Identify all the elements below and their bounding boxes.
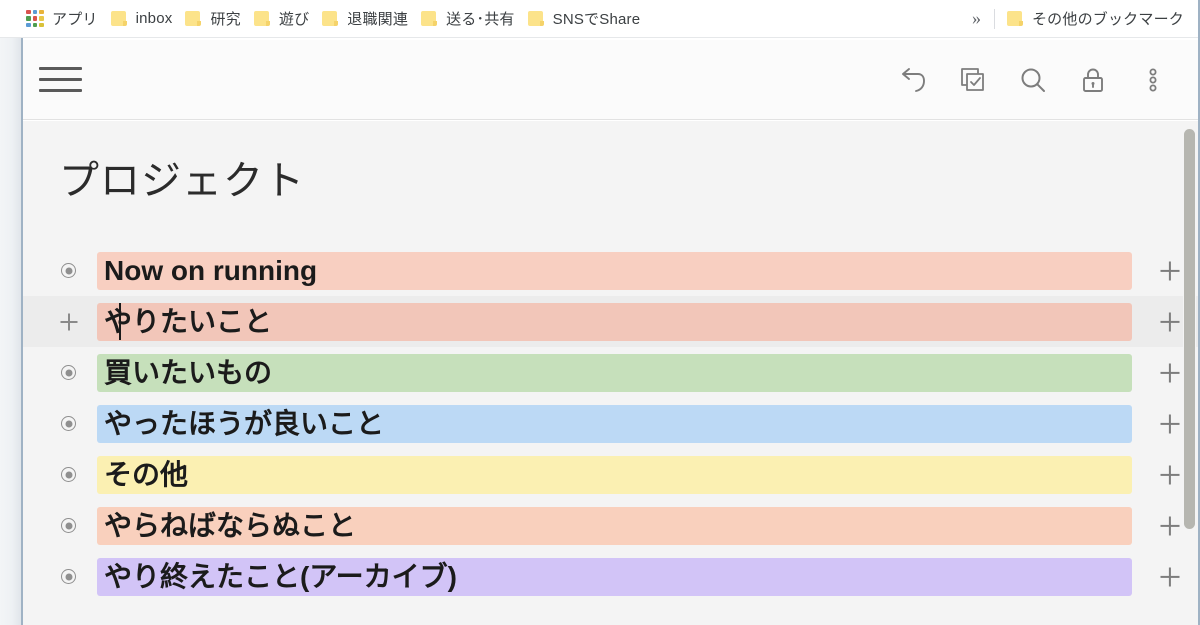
row-add-button[interactable] <box>1156 359 1184 387</box>
hamburger-menu-icon[interactable] <box>35 56 85 104</box>
apps-grid-icon <box>26 9 44 28</box>
row-text-wrapper: Now on running <box>97 251 1144 290</box>
row-add-button[interactable] <box>1156 308 1184 336</box>
folder-icon <box>527 11 545 26</box>
vertical-scrollbar[interactable] <box>1183 121 1196 625</box>
search-icon[interactable] <box>1010 57 1056 103</box>
row-text-wrapper: やりたいこと <box>97 302 1144 341</box>
outline-row[interactable]: やり終えたこと(アーカイブ) <box>23 551 1200 602</box>
row-text[interactable]: その他 <box>97 455 1132 494</box>
hamburger-line <box>38 78 82 81</box>
other-bookmarks-button[interactable]: その他のブックマーク <box>999 5 1200 33</box>
outline-row[interactable]: やらねばならぬこと <box>23 500 1200 551</box>
window-left-gutter <box>0 38 22 625</box>
row-text-wrapper: やり終えたこと(アーカイブ) <box>97 557 1144 596</box>
checklist-icon[interactable] <box>950 57 996 103</box>
row-text[interactable]: やりたいこと <box>97 302 1132 341</box>
folder-icon <box>421 11 438 26</box>
bookmarks-divider <box>993 8 995 29</box>
bookmark-label: 遊び <box>278 11 310 28</box>
row-add-button[interactable] <box>1156 410 1184 438</box>
row-text[interactable]: やったほうが良いこと <box>97 404 1132 443</box>
row-bullet-icon[interactable] <box>61 467 76 482</box>
bookmark-item-sns-share[interactable]: SNSでShare <box>524 5 650 33</box>
text-cursor <box>119 303 121 340</box>
bookmark-label: 送る･共有 <box>446 11 515 28</box>
bookmark-label: 退職関連 <box>347 11 409 28</box>
row-text-wrapper: その他 <box>97 455 1144 494</box>
bookmarks-overflow-button[interactable]: » <box>961 5 992 33</box>
row-expand-plus-icon[interactable] <box>61 314 76 329</box>
bookmark-item-okuru-kyoyu[interactable]: 送る･共有 <box>417 5 524 33</box>
row-text[interactable]: やり終えたこと(アーカイブ) <box>97 557 1132 596</box>
row-text[interactable]: 買いたいもの <box>97 353 1132 392</box>
folder-icon <box>185 11 202 26</box>
row-text-wrapper: やったほうが良いこと <box>97 404 1144 443</box>
lock-icon[interactable] <box>1070 57 1116 103</box>
bookmark-item-asobi[interactable]: 遊び <box>250 5 318 33</box>
row-bullet-icon[interactable] <box>61 365 76 380</box>
app-toolbar <box>23 40 1200 120</box>
scrollbar-thumb[interactable] <box>1184 129 1195 529</box>
row-add-button[interactable] <box>1156 257 1184 285</box>
undo-icon[interactable] <box>890 57 936 103</box>
toolbar-actions <box>890 57 1200 103</box>
bookmark-apps[interactable]: アプリ <box>22 5 107 33</box>
outline-row[interactable]: やりたいこと <box>23 296 1200 347</box>
hamburger-line <box>38 67 82 70</box>
row-text[interactable]: やらねばならぬこと <box>97 506 1132 545</box>
page-title: プロジェクト <box>59 159 305 203</box>
row-bullet-icon[interactable] <box>61 263 76 278</box>
outline-row[interactable]: その他 <box>23 449 1200 500</box>
row-add-button[interactable] <box>1156 512 1184 540</box>
bookmark-label: inbox <box>135 10 173 27</box>
outline-row[interactable]: 買いたいもの <box>23 347 1200 398</box>
browser-window: アプリ inbox 研究 遊び 退職関連 送る･共有 SNSでShare » そ… <box>0 0 1200 625</box>
bookmark-item-kenkyu[interactable]: 研究 <box>181 5 249 33</box>
outline-list: Now on running やりたいこと 買いたいもの やったほうが良いこと その他や… <box>23 245 1200 602</box>
other-bookmarks-label: その他のブックマーク <box>1031 11 1184 28</box>
bookmarks-bar: アプリ inbox 研究 遊び 退職関連 送る･共有 SNSでShare » そ… <box>0 0 1200 38</box>
folder-icon <box>253 11 271 26</box>
row-add-button[interactable] <box>1156 461 1184 489</box>
more-vertical-icon[interactable] <box>1130 57 1176 103</box>
bookmark-item-taishoku[interactable]: 退職関連 <box>318 5 417 33</box>
folder-icon <box>110 11 128 26</box>
outline-row[interactable]: Now on running <box>23 245 1200 296</box>
row-bullet-icon[interactable] <box>61 518 76 533</box>
note-content-area: プロジェクト Now on running やりたいこと 買いたいもの やったほうが良… <box>23 121 1200 625</box>
row-text-wrapper: 買いたいもの <box>97 353 1144 392</box>
row-add-button[interactable] <box>1156 563 1184 591</box>
outline-row[interactable]: やったほうが良いこと <box>23 398 1200 449</box>
bookmark-label: SNSでShare <box>552 11 641 28</box>
row-text[interactable]: Now on running <box>97 251 1132 290</box>
folder-icon <box>1006 11 1024 26</box>
folder-icon <box>322 11 339 26</box>
bookmark-label: アプリ <box>52 11 98 28</box>
row-bullet-icon[interactable] <box>61 416 76 431</box>
row-bullet-icon[interactable] <box>61 569 76 584</box>
row-text-wrapper: やらねばならぬこと <box>97 506 1144 545</box>
hamburger-line <box>38 89 82 92</box>
bookmark-label: 研究 <box>210 11 241 28</box>
bookmark-item-inbox[interactable]: inbox <box>107 5 182 33</box>
